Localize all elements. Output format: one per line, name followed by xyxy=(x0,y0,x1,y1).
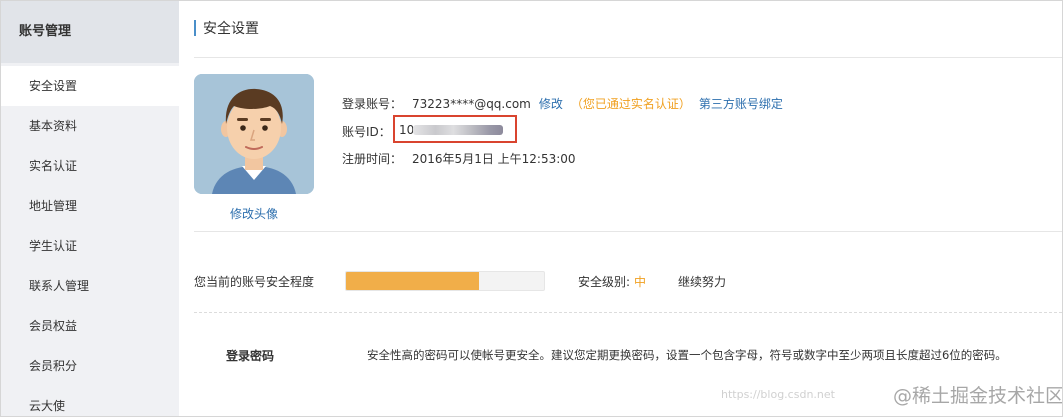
login-password-title: 登录密码 xyxy=(226,349,275,363)
avatar[interactable] xyxy=(194,74,314,194)
sidebar-title: 账号管理 xyxy=(1,1,179,63)
sidebar-item-contacts[interactable]: 联系人管理 xyxy=(1,266,179,306)
change-avatar-link[interactable]: 修改头像 xyxy=(194,205,314,222)
security-level-label: 您当前的账号安全程度 xyxy=(194,275,315,289)
sidebar-item-member-points[interactable]: 会员积分 xyxy=(1,346,179,386)
third-party-binding-link[interactable]: 第三方账号绑定 xyxy=(699,97,783,111)
register-time-value: 2016年5月1日 上午12:53:00 xyxy=(412,152,576,166)
page-header: 安全设置 xyxy=(179,1,1062,57)
security-grade-label: 安全级别: xyxy=(578,275,631,289)
account-id-row: 账号ID： xyxy=(342,123,391,140)
watermark-brand: @稀土掘金技术社区 xyxy=(893,385,1063,407)
sidebar: 账号管理 安全设置 基本资料 实名认证 地址管理 学生认证 联系人管理 会员权益… xyxy=(1,1,179,416)
header-divider xyxy=(194,57,1062,58)
sidebar-item-cloud-ambassador[interactable]: 云大使 xyxy=(1,386,179,416)
verified-status: （您已通过实名认证） xyxy=(570,97,691,111)
security-progress-fill xyxy=(346,272,479,290)
main-content: 安全设置 修改头像 登录账号： 73223****@qq.com 修改 （您已通… xyxy=(179,1,1062,416)
sidebar-item-basic-info[interactable]: 基本资料 xyxy=(1,106,179,146)
account-id-highlight-box xyxy=(393,115,517,143)
sidebar-item-address[interactable]: 地址管理 xyxy=(1,186,179,226)
login-account-value: 73223****@qq.com xyxy=(412,97,531,111)
profile-divider xyxy=(194,231,1062,232)
security-grade-value: 中 xyxy=(634,275,647,289)
sidebar-item-security-settings[interactable]: 安全设置 xyxy=(1,66,179,106)
security-grade: 安全级别: 中 xyxy=(578,273,646,290)
sidebar-item-real-name-auth[interactable]: 实名认证 xyxy=(1,146,179,186)
security-progress-bar xyxy=(345,271,545,291)
modify-account-link[interactable]: 修改 xyxy=(539,97,563,111)
watermark-url: https://blog.csdn.net xyxy=(721,388,835,401)
sidebar-item-member-benefits[interactable]: 会员权益 xyxy=(1,306,179,346)
account-id-label: 账号ID： xyxy=(342,125,391,139)
login-account-row: 登录账号： 73223****@qq.com 修改 （您已通过实名认证） 第三方账号绑定 xyxy=(342,95,783,112)
app-frame: 账号管理 安全设置 基本资料 实名认证 地址管理 学生认证 联系人管理 会员权益… xyxy=(0,0,1063,417)
sidebar-item-student-auth[interactable]: 学生认证 xyxy=(1,226,179,266)
sidebar-menu: 安全设置 基本资料 实名认证 地址管理 学生认证 联系人管理 会员权益 会员积分… xyxy=(1,66,179,416)
register-time-label: 注册时间： xyxy=(342,152,403,166)
security-divider xyxy=(194,312,1062,313)
security-hint: 继续努力 xyxy=(678,275,727,289)
login-account-label: 登录账号： xyxy=(342,97,403,111)
login-password-description: 安全性高的密码可以使帐号更安全。建议您定期更换密码，设置一个包含字母，符号或数字… xyxy=(367,348,1007,362)
title-accent-bar xyxy=(194,20,196,36)
register-time-row: 注册时间： 2016年5月1日 上午12:53:00 xyxy=(342,150,576,167)
avatar-illustration xyxy=(194,74,314,194)
page-title: 安全设置 xyxy=(203,21,259,37)
